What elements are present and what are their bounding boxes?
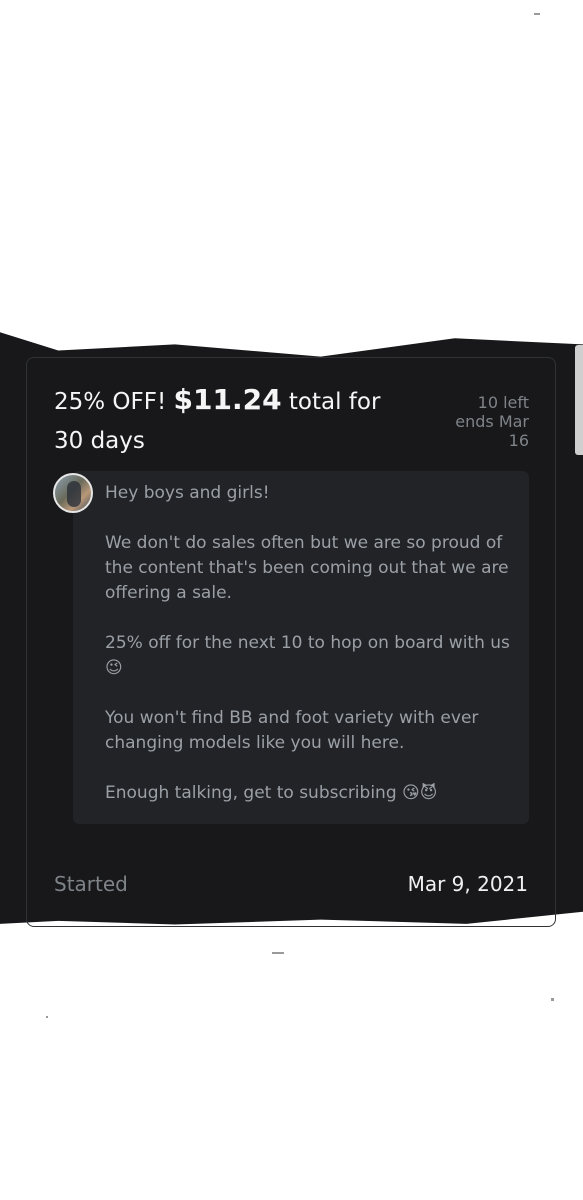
remaining-count: 10 left — [477, 393, 529, 412]
started-date: Mar 9, 2021 — [407, 872, 528, 896]
speck — [272, 952, 284, 954]
promo-price: $11.24 — [173, 383, 282, 416]
speck — [534, 13, 540, 15]
discount-label: 25% OFF! — [54, 389, 167, 415]
avatar-photo — [67, 481, 81, 507]
end-date: ends Mar 16 — [455, 412, 529, 450]
promo-meta: 10 left ends Mar 16 — [439, 393, 529, 450]
speck — [551, 998, 554, 1001]
promo-title: 25% OFF! $11.24 total for 30 days — [54, 380, 404, 461]
speck — [46, 1016, 48, 1018]
scrollbar[interactable] — [575, 345, 583, 455]
avatar[interactable] — [53, 473, 93, 513]
promo-message: Hey boys and girls! We don't do sales of… — [73, 471, 529, 824]
started-label: Started — [54, 872, 128, 896]
